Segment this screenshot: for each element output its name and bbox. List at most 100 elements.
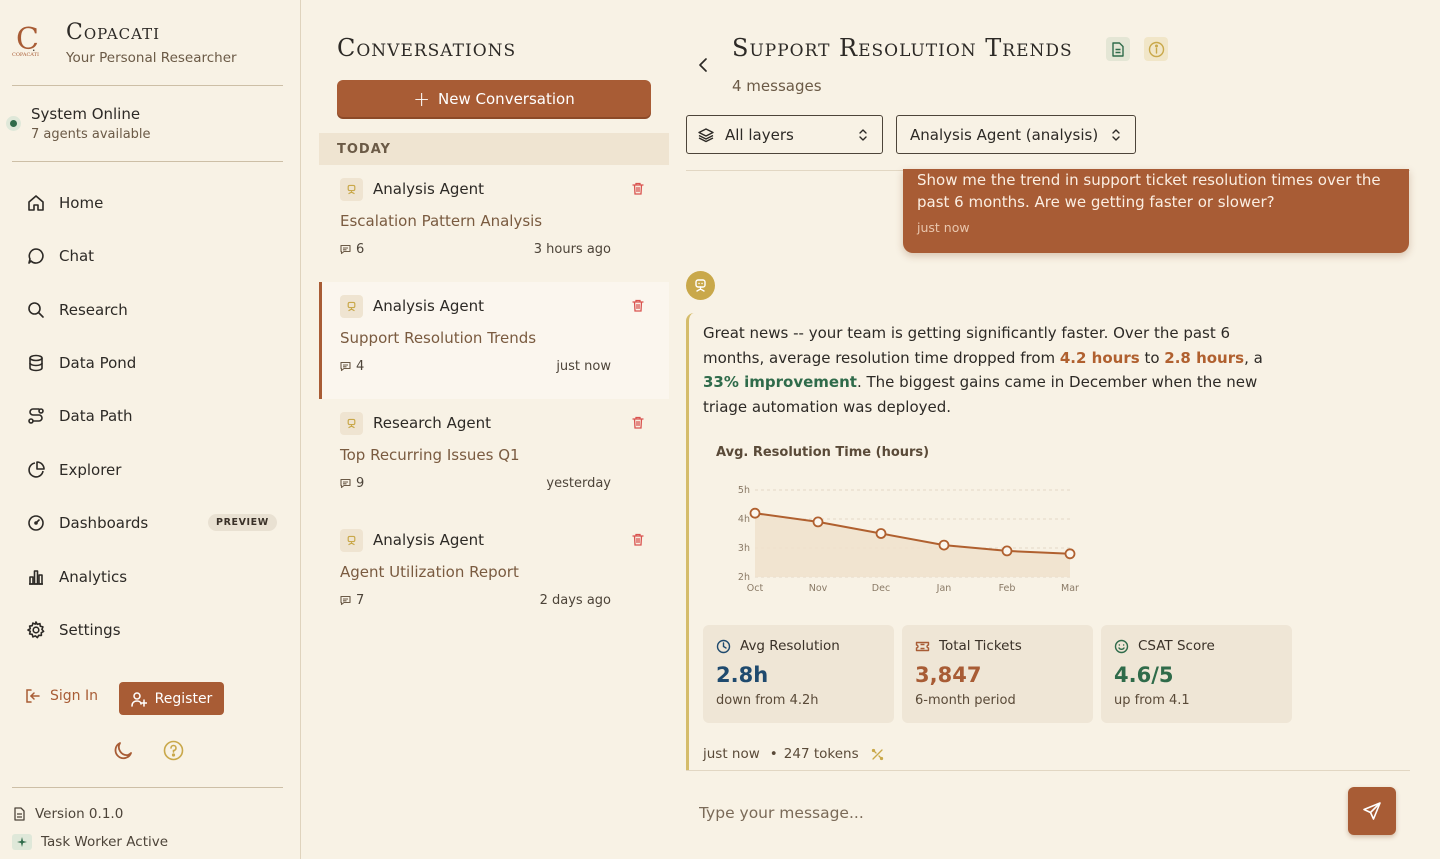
nav-settings[interactable]: Settings bbox=[26, 615, 276, 645]
data-point bbox=[749, 507, 761, 519]
y-tick-label: 4h bbox=[738, 514, 750, 525]
sidebar: C . COPACATI Copacati Your Personal Rese… bbox=[0, 0, 301, 859]
send-button[interactable] bbox=[1348, 787, 1396, 835]
agent-badge bbox=[340, 529, 363, 552]
conversation-item[interactable]: Analysis Agent Agent Utilization Report 7 2… bbox=[319, 516, 669, 633]
nav-data-path[interactable]: Data Path bbox=[26, 401, 276, 431]
brand[interactable]: C . COPACATI Copacati Your Personal Rese… bbox=[12, 20, 237, 66]
bar-chart-icon bbox=[29, 570, 43, 585]
status-subtitle: 7 agents available bbox=[31, 127, 151, 142]
sparkle-icon bbox=[12, 834, 32, 850]
x-tick-label: Jan bbox=[936, 583, 952, 594]
register-label: Register bbox=[154, 690, 213, 707]
clock-icon bbox=[716, 639, 731, 653]
nav-analytics[interactable]: Analytics bbox=[26, 562, 276, 592]
sign-in-link[interactable]: Sign In bbox=[25, 688, 98, 704]
search-icon bbox=[28, 302, 44, 318]
nav-label: Home bbox=[59, 194, 104, 212]
data-point bbox=[875, 528, 887, 539]
new-conversation-button[interactable]: + New Conversation bbox=[337, 80, 651, 117]
back-button[interactable] bbox=[697, 56, 711, 74]
delete-conversation-button[interactable] bbox=[632, 182, 644, 195]
tools-icon[interactable] bbox=[871, 748, 884, 761]
data-point bbox=[1001, 545, 1013, 557]
highlight-improvement: 33% improvement bbox=[703, 373, 857, 391]
chevron-left-icon bbox=[699, 58, 707, 72]
nav-explorer[interactable]: Explorer bbox=[26, 455, 276, 485]
nav-research[interactable]: Research bbox=[26, 295, 276, 325]
help-icon bbox=[163, 740, 184, 761]
preview-badge: PREVIEW bbox=[208, 514, 277, 531]
nav-home[interactable]: Home bbox=[26, 188, 276, 218]
agent-message-text: Great news -- your team is getting signi… bbox=[703, 324, 1263, 416]
x-tick-label: Mar bbox=[1061, 583, 1079, 594]
conversation-item[interactable]: Research Agent Top Recurring Issues Q1 9 ye… bbox=[319, 399, 669, 516]
agent-badge bbox=[340, 295, 363, 318]
stat-card-total-tickets: Total Tickets 3,847 6-month period bbox=[902, 625, 1093, 723]
conversations-title: Conversations bbox=[337, 34, 517, 62]
layer-select[interactable]: All layers bbox=[686, 115, 883, 154]
divider bbox=[12, 161, 283, 162]
nav-label: Data Path bbox=[59, 407, 133, 425]
conversation-time: 2 days ago bbox=[539, 593, 611, 608]
send-icon bbox=[1363, 802, 1381, 820]
gear-icon bbox=[27, 621, 45, 639]
stat-card-csat: CSAT Score 4.6/5 up from 4.1 bbox=[1101, 625, 1292, 723]
nav-data-pond[interactable]: Data Pond bbox=[26, 348, 276, 378]
conversation-item[interactable]: Analysis Agent Support Resolution Trends 4… bbox=[319, 282, 669, 399]
gauge-icon bbox=[28, 515, 44, 531]
status-title: System Online bbox=[31, 105, 141, 123]
nav-label: Explorer bbox=[59, 461, 122, 479]
delete-conversation-button[interactable] bbox=[632, 299, 644, 312]
pie-chart-icon bbox=[28, 461, 45, 478]
conversation-item[interactable]: Analysis Agent Escalation Pattern Analysi… bbox=[319, 165, 669, 282]
agent-select[interactable]: Analysis Agent (analysis) bbox=[896, 115, 1136, 154]
message-icon bbox=[340, 478, 351, 489]
conversation-title: Agent Utilization Report bbox=[340, 563, 519, 581]
info-button[interactable] bbox=[1144, 37, 1168, 61]
message-input[interactable] bbox=[699, 795, 1319, 831]
help-button[interactable] bbox=[163, 740, 184, 761]
add-user-icon bbox=[130, 691, 147, 707]
plus-icon: + bbox=[413, 86, 431, 111]
conversation-title: Top Recurring Issues Q1 bbox=[340, 446, 520, 464]
agent-badge bbox=[340, 412, 363, 435]
theme-toggle[interactable] bbox=[112, 740, 134, 762]
agent-message-meta: just now • 247 tokens bbox=[703, 746, 884, 762]
stat-sub: up from 4.1 bbox=[1114, 693, 1190, 708]
chat-panel: Support Resolution Trends 4 messages All… bbox=[669, 0, 1440, 859]
data-point bbox=[812, 516, 824, 528]
brand-logo-caption: COPACATI bbox=[12, 52, 39, 58]
stat-value: 2.8h bbox=[716, 663, 769, 687]
series-area bbox=[755, 513, 1070, 577]
x-tick-label: Feb bbox=[999, 583, 1016, 594]
delete-conversation-button[interactable] bbox=[632, 533, 644, 546]
conversation-time: 3 hours ago bbox=[533, 242, 611, 257]
status-online-icon bbox=[6, 116, 21, 131]
home-icon bbox=[28, 195, 44, 211]
y-tick-label: 5h bbox=[738, 485, 750, 496]
trash-icon bbox=[632, 533, 644, 546]
divider bbox=[686, 770, 1410, 771]
brand-subtitle: Your Personal Researcher bbox=[66, 50, 237, 66]
stat-label: Avg Resolution bbox=[740, 638, 840, 654]
ticket-icon bbox=[915, 641, 930, 651]
export-document-button[interactable] bbox=[1106, 37, 1130, 61]
delete-conversation-button[interactable] bbox=[632, 416, 644, 429]
conversation-message-count: 6 bbox=[340, 242, 364, 257]
task-worker-status: Task Worker Active bbox=[12, 834, 168, 850]
trash-icon bbox=[632, 299, 644, 312]
nav-dashboards[interactable]: Dashboards PREVIEW bbox=[26, 508, 277, 538]
agent-icon bbox=[347, 184, 356, 195]
chat-title: Support Resolution Trends bbox=[732, 34, 1073, 62]
nav-chat[interactable]: Chat bbox=[26, 241, 276, 271]
token-count: 247 tokens bbox=[783, 746, 859, 762]
y-tick-label: 2h bbox=[738, 572, 750, 583]
stat-value: 4.6/5 bbox=[1114, 663, 1174, 687]
y-tick-label: 3h bbox=[738, 543, 750, 554]
brand-logo: C . COPACATI bbox=[12, 20, 52, 60]
chevron-up-down-icon bbox=[859, 129, 867, 141]
brand-name: Copacati bbox=[66, 20, 161, 45]
document-icon bbox=[14, 807, 25, 821]
register-button[interactable]: Register bbox=[119, 682, 224, 715]
